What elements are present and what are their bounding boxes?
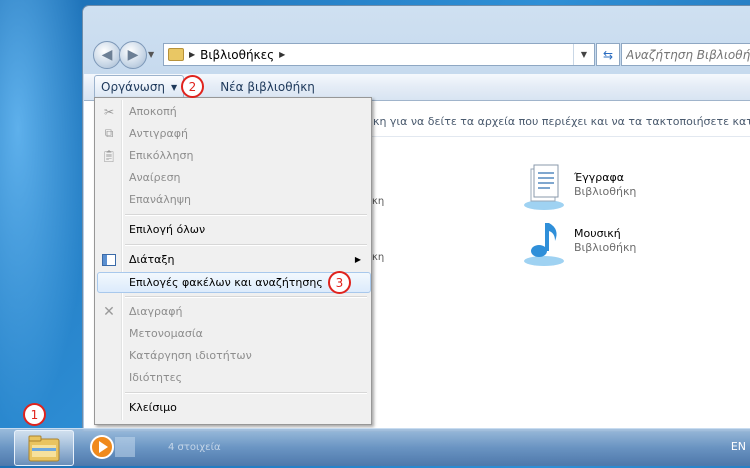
menu-item-delete[interactable]: ✕ Διαγραφή	[97, 301, 369, 322]
new-library-button[interactable]: Νέα βιβλιοθήκη	[214, 76, 321, 98]
library-documents[interactable]: Έγγραφα Βιβλιοθήκη	[522, 163, 636, 211]
taskbar-blurred-label: 4 στοιχεία	[168, 442, 221, 453]
recent-pages-dropdown[interactable]: ▼	[148, 50, 154, 59]
back-arrow-icon: ◀	[101, 47, 113, 63]
cut-icon: ✂	[103, 104, 115, 119]
step-marker-2: 2	[181, 75, 204, 98]
library-name: Έγγραφα	[574, 171, 624, 184]
menu-item-label: Διάταξη	[129, 253, 175, 266]
menu-item-layout[interactable]: Διάταξη ▶	[97, 249, 369, 270]
menu-item-label: Μετονομασία	[129, 327, 203, 340]
menu-item-close[interactable]: Κλείσιμο	[97, 397, 369, 418]
taskbar-explorer-button[interactable]	[14, 430, 74, 466]
step-marker-1: 1	[23, 403, 46, 426]
media-player-icon	[90, 435, 135, 459]
library-music[interactable]: Μουσική Βιβλιοθήκη	[522, 219, 636, 267]
documents-library-icon	[522, 163, 566, 211]
menu-item-undo[interactable]: Αναίρεση	[97, 167, 369, 188]
menu-item-label: Διαγραφή	[129, 305, 183, 318]
refresh-button[interactable]: ⇆	[596, 43, 620, 66]
truncated-library-subtitle: κη	[372, 252, 385, 263]
menu-item-label: Αναίρεση	[129, 171, 181, 184]
windows-explorer-icon	[28, 435, 60, 462]
menu-item-label: Ιδιότητες	[129, 371, 183, 384]
menu-item-label: Κλείσιμο	[129, 401, 177, 414]
address-bar[interactable]: ▶ Βιβλιοθήκες ▶ ▼	[163, 43, 595, 66]
menu-item-label: Αντιγραφή	[129, 127, 188, 140]
layout-icon	[102, 253, 116, 267]
breadcrumb-arrow-icon[interactable]: ▶	[279, 50, 285, 59]
forward-button[interactable]: ▶	[119, 41, 147, 69]
menu-item-label: Κατάργηση ιδιοτήτων	[129, 349, 252, 362]
taskbar: 4 στοιχεία EN	[0, 428, 750, 466]
library-subtitle: Βιβλιοθήκη	[574, 185, 637, 198]
organize-label: Οργάνωση	[101, 80, 166, 94]
menu-separator	[125, 296, 367, 298]
search-input[interactable]	[622, 47, 750, 62]
chevron-down-icon: ▼	[171, 82, 178, 92]
menu-separator	[125, 392, 367, 394]
menu-item-remove-properties[interactable]: Κατάργηση ιδιοτήτων	[97, 345, 369, 366]
language-indicator[interactable]: EN	[731, 440, 746, 453]
navigation-bar: ◀ ▶ ▼ ▶ Βιβλιοθήκες ▶ ▼ ⇆	[91, 41, 750, 71]
step-marker-3: 3	[328, 271, 351, 294]
menu-item-paste[interactable]: 📋︎ Επικόλληση	[97, 145, 369, 166]
library-name: Μουσική	[574, 227, 621, 240]
submenu-arrow-icon: ▶	[354, 255, 361, 264]
menu-item-copy[interactable]: ⧉ Αντιγραφή	[97, 123, 369, 144]
paste-icon: 📋︎	[101, 148, 117, 163]
menu-item-label: Επιλογές φακέλων και αναζήτησης	[129, 276, 323, 289]
menu-separator	[125, 214, 367, 216]
truncated-library-subtitle: κη	[372, 196, 385, 207]
menu-separator	[125, 244, 367, 246]
forward-arrow-icon: ▶	[127, 47, 139, 63]
menu-item-redo[interactable]: Επανάληψη	[97, 189, 369, 210]
address-history-dropdown[interactable]: ▼	[573, 44, 594, 65]
menu-item-properties[interactable]: Ιδιότητες	[97, 367, 369, 388]
organize-menu: ✂ Αποκοπή ⧉ Αντιγραφή 📋︎ Επικόλληση Αναί…	[94, 97, 372, 425]
back-button[interactable]: ◀	[93, 41, 121, 69]
divider	[366, 136, 750, 137]
menu-item-label: Επανάληψη	[129, 193, 191, 206]
desktop-background	[0, 0, 90, 430]
menu-item-rename[interactable]: Μετονομασία	[97, 323, 369, 344]
menu-item-select-all[interactable]: Επιλογή όλων	[97, 219, 369, 240]
search-box[interactable]	[621, 43, 750, 66]
breadcrumb-arrow-icon[interactable]: ▶	[189, 50, 195, 59]
library-subtitle: Βιβλιοθήκη	[574, 241, 637, 254]
menu-item-label: Αποκοπή	[129, 105, 177, 118]
taskbar-media-player-button[interactable]	[85, 430, 143, 464]
libraries-description: ήκη για να δείτε τα αρχεία που περιέχει …	[366, 115, 750, 128]
music-library-icon	[522, 219, 566, 267]
delete-icon: ✕	[103, 303, 115, 320]
menu-item-label: Επικόλληση	[129, 149, 194, 162]
copy-icon: ⧉	[104, 126, 114, 140]
libraries-folder-icon	[168, 48, 184, 61]
menu-item-label: Επιλογή όλων	[129, 223, 206, 236]
organize-button[interactable]: Οργάνωση ▼	[94, 75, 185, 99]
menu-item-cut[interactable]: ✂ Αποκοπή	[97, 101, 369, 122]
refresh-icon: ⇆	[602, 47, 614, 62]
breadcrumb-libraries[interactable]: Βιβλιοθήκες	[200, 48, 274, 62]
